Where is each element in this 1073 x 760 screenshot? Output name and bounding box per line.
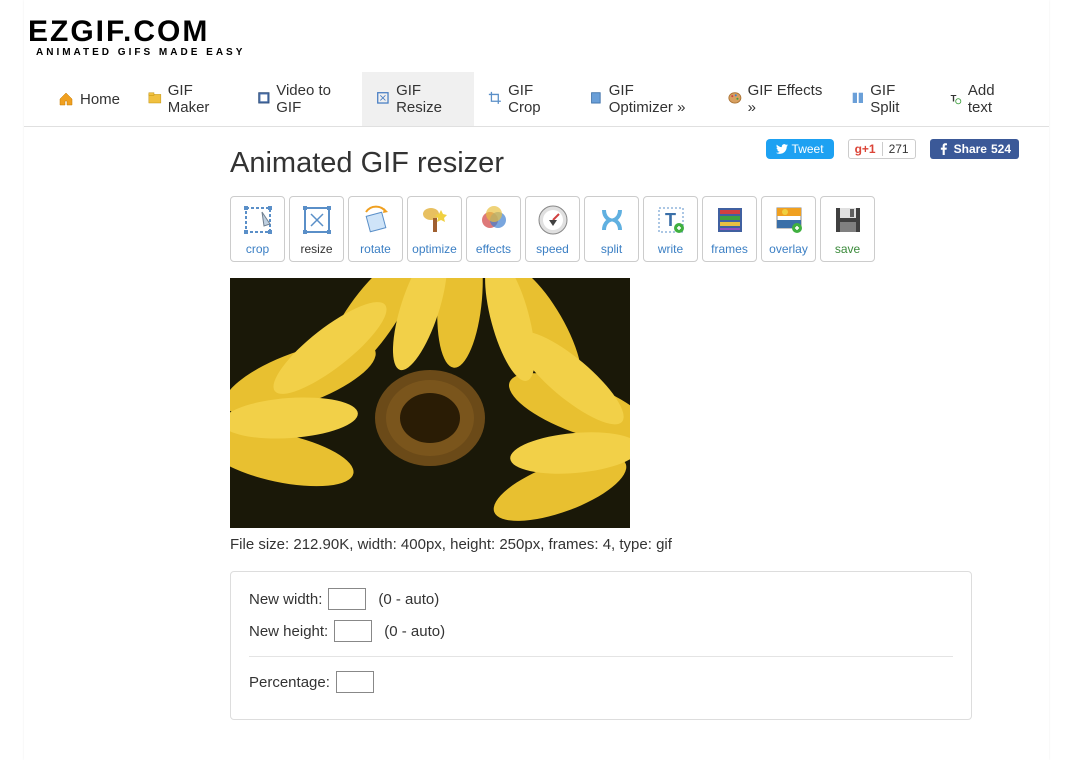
nav-home[interactable]: Home bbox=[44, 72, 134, 126]
optimize-tool-icon bbox=[417, 202, 453, 238]
nav-gif-resize[interactable]: GIF Resize bbox=[362, 72, 474, 126]
gplus-count: 271 bbox=[882, 142, 909, 156]
nav-label: Home bbox=[80, 91, 120, 108]
resize-form: New width: (0 - auto) New height: (0 - a… bbox=[230, 571, 972, 720]
new-width-label: New width: bbox=[249, 591, 322, 608]
crop-icon bbox=[488, 91, 502, 107]
tool-label: rotate bbox=[360, 242, 391, 256]
auto-hint: (0 - auto) bbox=[378, 591, 439, 608]
nav-label: GIF Crop bbox=[508, 82, 561, 116]
nav-label: GIF Maker bbox=[168, 82, 229, 116]
social-bar: Tweet g+1 271 Share 524 bbox=[766, 139, 1019, 159]
gplus-button[interactable]: g+1 271 bbox=[848, 139, 916, 159]
twitter-icon bbox=[776, 143, 788, 155]
film-icon bbox=[257, 91, 271, 107]
nav-gif-maker[interactable]: GIF Maker bbox=[134, 72, 242, 126]
auto-hint: (0 - auto) bbox=[384, 623, 445, 640]
site-logo[interactable]: EZGIF.COM bbox=[28, 18, 1049, 45]
tool-label: crop bbox=[246, 242, 269, 256]
tool-label: frames bbox=[711, 242, 748, 256]
gplus-icon: g+1 bbox=[855, 142, 876, 156]
tool-effects[interactable]: effects bbox=[466, 196, 521, 262]
rotate-tool-icon bbox=[358, 202, 394, 238]
nav-gif-effects[interactable]: GIF Effects » bbox=[714, 72, 837, 126]
tool-label: effects bbox=[476, 242, 511, 256]
nav-label: GIF Resize bbox=[396, 82, 460, 116]
palette-icon bbox=[728, 91, 742, 107]
overlay-tool-icon bbox=[771, 202, 807, 238]
resize-tool-icon bbox=[299, 202, 335, 238]
tool-label: speed bbox=[536, 242, 569, 256]
tool-label: optimize bbox=[412, 242, 457, 256]
image-preview bbox=[230, 278, 630, 528]
site-tagline: ANIMATED GIFS MADE EASY bbox=[28, 47, 1049, 58]
percentage-label: Percentage: bbox=[249, 674, 330, 691]
text-icon: T bbox=[948, 91, 962, 107]
nav-label: Add text bbox=[968, 82, 1015, 116]
nav-gif-crop[interactable]: GIF Crop bbox=[474, 72, 575, 126]
fb-share-button[interactable]: Share 524 bbox=[930, 139, 1019, 159]
facebook-icon bbox=[938, 143, 950, 155]
frames-tool-icon bbox=[712, 202, 748, 238]
tool-save[interactable]: save bbox=[820, 196, 875, 262]
nav-video-to-gif[interactable]: Video to GIF bbox=[243, 72, 363, 126]
tool-label: overlay bbox=[769, 242, 808, 256]
tool-overlay[interactable]: overlay bbox=[761, 196, 816, 262]
tool-rotate[interactable]: rotate bbox=[348, 196, 403, 262]
home-icon bbox=[58, 91, 74, 107]
nav-label: Video to GIF bbox=[276, 82, 348, 116]
tool-resize[interactable]: resize bbox=[289, 196, 344, 262]
percentage-input[interactable] bbox=[336, 671, 374, 693]
tool-optimize[interactable]: optimize bbox=[407, 196, 462, 262]
file-info: File size: 212.90K, width: 400px, height… bbox=[230, 536, 1049, 553]
tool-split[interactable]: split bbox=[584, 196, 639, 262]
tool-write[interactable]: T write bbox=[643, 196, 698, 262]
new-width-input[interactable] bbox=[328, 588, 366, 610]
tool-frames[interactable]: frames bbox=[702, 196, 757, 262]
main-nav: Home GIF Maker Video to GIF GIF Resize G… bbox=[24, 72, 1049, 127]
split-icon bbox=[851, 91, 865, 107]
tool-label: resize bbox=[300, 242, 332, 256]
nav-add-text[interactable]: T Add text bbox=[934, 72, 1029, 126]
nav-gif-optimizer[interactable]: GIF Optimizer » bbox=[575, 72, 714, 126]
nav-gif-split[interactable]: GIF Split bbox=[837, 72, 935, 126]
save-tool-icon bbox=[830, 202, 866, 238]
effects-tool-icon bbox=[476, 202, 512, 238]
optimizer-icon bbox=[589, 91, 603, 107]
fb-share-count: 524 bbox=[991, 142, 1011, 156]
tool-label: save bbox=[835, 242, 860, 256]
fb-share-label: Share bbox=[954, 142, 987, 156]
new-height-label: New height: bbox=[249, 623, 328, 640]
resize-icon bbox=[376, 91, 390, 107]
tool-crop[interactable]: crop bbox=[230, 196, 285, 262]
new-height-input[interactable] bbox=[334, 620, 372, 642]
nav-label: GIF Effects » bbox=[748, 82, 823, 116]
write-tool-icon: T bbox=[653, 202, 689, 238]
split-tool-icon bbox=[594, 202, 630, 238]
nav-label: GIF Optimizer » bbox=[609, 82, 700, 116]
folder-icon bbox=[148, 91, 162, 107]
tool-label: split bbox=[601, 242, 622, 256]
tool-label: write bbox=[658, 242, 683, 256]
crop-tool-icon bbox=[240, 202, 276, 238]
tool-toolbar: crop resize rotate optimize bbox=[230, 196, 1049, 262]
tweet-label: Tweet bbox=[792, 142, 824, 156]
nav-label: GIF Split bbox=[870, 82, 920, 116]
speed-tool-icon bbox=[535, 202, 571, 238]
tweet-button[interactable]: Tweet bbox=[766, 139, 834, 159]
tool-speed[interactable]: speed bbox=[525, 196, 580, 262]
